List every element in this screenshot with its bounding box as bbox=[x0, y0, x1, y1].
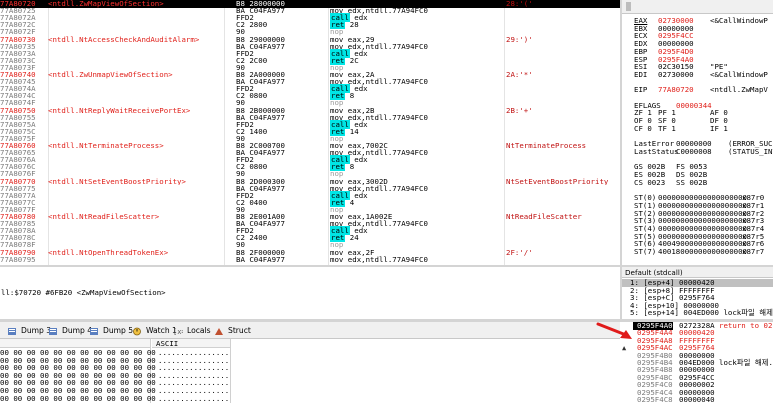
info-pane: ll:$70720 #6FB20 <ZwMapViewOfSection> bbox=[0, 267, 620, 319]
stack-value: 00000040 bbox=[679, 395, 715, 403]
register-value: 40018000000000000000 bbox=[658, 247, 747, 256]
locals-icon: [x=] bbox=[173, 326, 190, 336]
hex-column-header bbox=[0, 339, 150, 348]
disasm-bytes: BA C04FA977 bbox=[236, 254, 285, 264]
call-args-pane[interactable]: Default (stdcall) 1: [esp+4] 00000420 2: … bbox=[622, 267, 773, 319]
dump-row[interactable]: 00 00 00 00 00 00 00 00 00 00 00 00.....… bbox=[0, 393, 620, 403]
tab-struct[interactable]: Struct bbox=[210, 323, 258, 338]
scroll-up-icon[interactable]: ▲ bbox=[622, 345, 629, 352]
tab-locals[interactable]: [x=] Locals bbox=[169, 323, 211, 338]
call-arg-row[interactable]: 5: [esp+14] 004ED000 lock파일 해제 bbox=[630, 309, 773, 317]
struct-icon bbox=[214, 326, 224, 335]
tab-dump-5[interactable]: Dump 5 bbox=[85, 323, 133, 338]
stack-address: 0295F4C8 bbox=[637, 395, 673, 403]
register-description: (STATUS_INVA bbox=[728, 146, 773, 156]
register-description: <&CallWindowP bbox=[710, 16, 768, 25]
registers-toolbar bbox=[622, 0, 773, 14]
dump-hex: 00 00 00 00 00 00 00 00 00 00 00 00 bbox=[0, 393, 156, 403]
stack-row[interactable]: 0295F4C8 00000040 bbox=[629, 396, 773, 403]
register-description: <&CallWindowP bbox=[710, 69, 768, 79]
disasm-address: 77A80795 bbox=[0, 254, 36, 264]
dump-icon bbox=[48, 326, 58, 335]
register-description: IF 1 bbox=[710, 123, 728, 133]
register-description: x87r7 bbox=[742, 247, 765, 256]
dump-pane[interactable]: ASCII 00 00 00 00 00 00 00 00 00 00 00 0… bbox=[0, 339, 620, 403]
register-line[interactable]: ST(7) 40018000000000000000x87r7 bbox=[634, 248, 764, 256]
red-arrow-annotation bbox=[596, 322, 632, 339]
call-convention-label[interactable]: Default (stdcall) bbox=[622, 267, 773, 278]
tab-watch-1[interactable]: Watch 1 bbox=[128, 323, 177, 338]
dump-tab-bar: Dump 3Dump 4Dump 5Watch 1[x=] Locals Struc… bbox=[0, 322, 620, 339]
watch-icon bbox=[132, 326, 142, 336]
dump-icon bbox=[7, 326, 17, 335]
tab-dump-4[interactable]: Dump 4 bbox=[44, 323, 92, 338]
disasm-instruction: mov edx,ntdll.77A94FC0 bbox=[330, 254, 428, 264]
dump-ascii: ................ bbox=[158, 393, 230, 403]
stack-pane[interactable]: 0295F4A0 0272328A return to 02 0295F4A4 0000… bbox=[629, 322, 773, 403]
register-name: ST(7) bbox=[634, 247, 657, 256]
register-description: <ntdll.ZwMapV bbox=[710, 85, 768, 95]
dump-icon bbox=[89, 326, 99, 335]
registers-pane[interactable]: EAX 02730000 <&CallWindowP EBX 00000000 ECX 02… bbox=[622, 0, 773, 265]
svg-text:[x=]: [x=] bbox=[173, 328, 183, 336]
grip-icon bbox=[626, 2, 631, 11]
tab-dump-3[interactable]: Dump 3 bbox=[3, 323, 51, 338]
ascii-column-header: ASCII bbox=[152, 339, 230, 348]
tab-label: Locals bbox=[187, 326, 211, 335]
disassembly-pane[interactable]: 77A80720 <ntdll.ZwMapViewOfSection> B8 280… bbox=[0, 0, 620, 265]
info-line: ll:$70720 #6FB20 <ZwMapViewOfSection> bbox=[1, 288, 166, 297]
tab-label: Struct bbox=[228, 326, 251, 335]
disasm-row[interactable]: 77A80795 BA C04FA977 mov edx,ntdll.77A94FC… bbox=[0, 254, 620, 264]
